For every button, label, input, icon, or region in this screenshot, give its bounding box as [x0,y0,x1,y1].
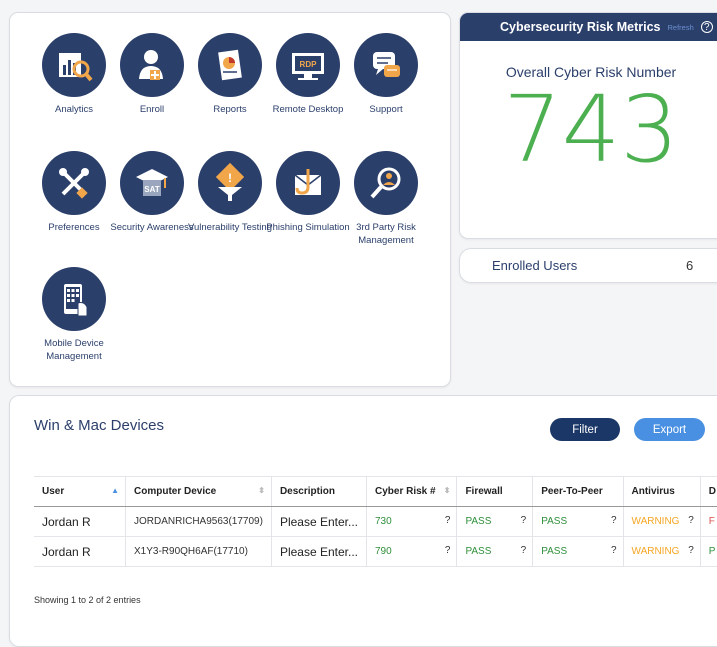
cell-risk: 790? [365,536,457,567]
filter-button[interactable]: Filter [550,418,620,441]
apps-panel: Analytics Enroll Reports RDP Remote Desk… [9,12,451,387]
app-label: Mobile Device Management [44,338,104,362]
help-icon[interactable]: ? [445,515,451,526]
sort-asc-icon: ▲ [111,486,119,495]
support-icon [354,33,418,97]
help-icon[interactable]: ? [700,21,713,33]
column-header-computer-device[interactable]: Computer Device ⬍ [125,476,272,507]
cell-description[interactable]: Please Enter... [270,506,367,537]
cell-d: F [699,506,717,537]
enrolled-users-panel[interactable]: Enrolled Users 6 [459,248,717,283]
devices-table: User ▲ Computer Device ⬍ Description Cyber… [34,476,717,567]
cell-p2p: PASS? [532,506,623,537]
cell-firewall: PASS? [456,506,533,537]
svg-text:SAT: SAT [144,185,160,194]
column-header-firewall[interactable]: Firewall [456,476,533,507]
devices-panel: Win & Mac Devices Filter Export User ▲ Co… [9,395,717,647]
table-row[interactable]: Jordan R JORDANRICHA9563(17709) Please E… [34,506,717,537]
export-button[interactable]: Export [634,418,705,441]
analytics-icon [42,33,106,97]
vulnerability-testing-icon: ! [198,151,262,215]
devices-title: Win & Mac Devices [34,417,165,434]
column-header-user[interactable]: User ▲ [34,476,126,507]
app-label: Support [369,104,403,115]
app-vulnerability-testing[interactable]: ! Vulnerability Testing [185,151,275,234]
sort-icon: ⬍ [258,486,265,495]
app-support[interactable]: Support [341,33,431,116]
app-enroll[interactable]: Enroll [107,33,197,116]
app-label: Analytics [54,104,93,115]
risk-metrics-panel: Cybersecurity Risk Metrics Refresh ? Ove… [459,12,717,239]
app-label: Phishing Simulation [266,222,350,233]
app-label: Vulnerability Testing [188,222,272,233]
cell-antivirus: WARNING? [622,506,701,537]
remote-desktop-icon: RDP [276,33,340,97]
svg-text:!: ! [228,171,232,185]
app-label: Security Awareness [110,222,194,233]
app-reports[interactable]: Reports [185,33,275,116]
help-icon[interactable]: ? [445,545,451,556]
app-phishing-simulation[interactable]: Phishing Simulation [263,151,353,234]
column-header-antivirus[interactable]: Antivirus [622,476,701,507]
cell-device: X1Y3-R90QH6AF(17710) [125,536,272,567]
app-mobile-device-management[interactable]: Mobile Device Management [29,267,119,363]
reports-icon [198,33,262,97]
app-label: Preferences [48,222,100,233]
app-label: Reports [213,104,247,115]
app-analytics[interactable]: Analytics [29,33,119,116]
app-third-party-risk[interactable]: 3rd Party Risk Management [341,151,431,247]
table-header-row: User ▲ Computer Device ⬍ Description Cyber… [34,476,717,507]
sort-icon: ⬍ [443,486,451,495]
column-header-peer-to-peer[interactable]: Peer-To-Peer [532,476,623,507]
enrolled-users-label: Enrolled Users [492,258,578,273]
table-row[interactable]: Jordan R X1Y3-R90QH6AF(17710) Please Ent… [34,536,717,567]
help-icon[interactable]: ? [688,515,694,526]
cell-device: JORDANRICHA9563(17709) [125,506,272,537]
risk-metrics-header: Cybersecurity Risk Metrics Refresh ? [460,13,717,41]
risk-metrics-title: Cybersecurity Risk Metrics [500,20,661,34]
third-party-risk-icon [354,151,418,215]
phishing-simulation-icon [276,151,340,215]
security-awareness-icon: SAT [120,151,184,215]
cell-user: Jordan R [34,536,126,567]
column-header-cyber-risk[interactable]: Cyber Risk # ⬍ [365,476,457,507]
help-icon[interactable]: ? [521,515,527,526]
app-preferences[interactable]: Preferences [29,151,119,234]
app-security-awareness[interactable]: SAT Security Awareness [107,151,197,234]
enroll-icon [120,33,184,97]
cell-p2p: PASS? [532,536,623,567]
help-icon[interactable]: ? [611,515,617,526]
cell-firewall: PASS? [456,536,533,567]
help-icon[interactable]: ? [611,545,617,556]
enrolled-users-count: 6 [686,258,694,273]
help-icon[interactable]: ? [688,545,694,556]
preferences-icon [42,151,106,215]
app-label: Remote Desktop [272,104,344,115]
svg-text:RDP: RDP [300,60,318,69]
app-remote-desktop[interactable]: RDP Remote Desktop [263,33,353,116]
refresh-link[interactable]: Refresh [668,23,694,32]
cell-description[interactable]: Please Enter... [270,536,367,567]
column-header-d[interactable]: D [699,476,717,507]
table-info: Showing 1 to 2 of 2 entries [34,595,141,605]
help-icon[interactable]: ? [521,545,527,556]
risk-number-value: 743 [503,76,679,183]
mobile-device-icon [42,267,106,331]
app-label: 3rd Party Risk Management [356,222,416,246]
cell-risk: 730? [365,506,457,537]
app-label: Enroll [139,104,165,115]
column-header-description[interactable]: Description [270,476,367,507]
cell-d: P [699,536,717,567]
cell-antivirus: WARNING? [622,536,701,567]
cell-user: Jordan R [34,506,126,537]
